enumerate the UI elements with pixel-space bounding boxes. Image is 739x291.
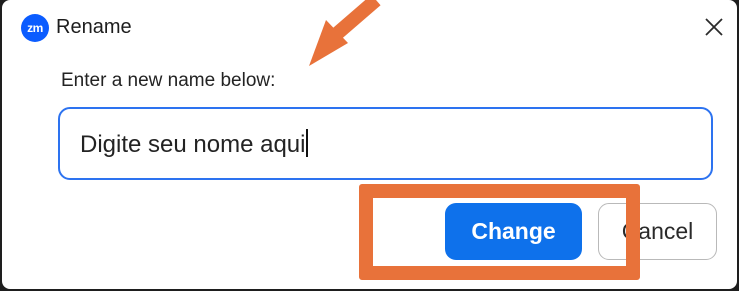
close-icon [705,18,723,36]
rename-dialog: zm Rename Enter a new name below: Digite… [2,0,737,289]
title-bar: zm Rename [2,0,737,52]
zoom-app-logo: zm [21,14,49,42]
cancel-button[interactable]: Cancel [598,203,717,260]
change-button[interactable]: Change [445,203,582,260]
window-title: Rename [56,16,132,38]
close-button[interactable] [696,10,732,44]
input-value-wrap: Digite seu nome aqui [80,129,309,160]
text-caret [306,129,309,157]
name-input-field[interactable]: Digite seu nome aqui [58,107,713,180]
prompt-label: Enter a new name below: [61,70,276,91]
input-value: Digite seu nome aqui [80,131,306,158]
